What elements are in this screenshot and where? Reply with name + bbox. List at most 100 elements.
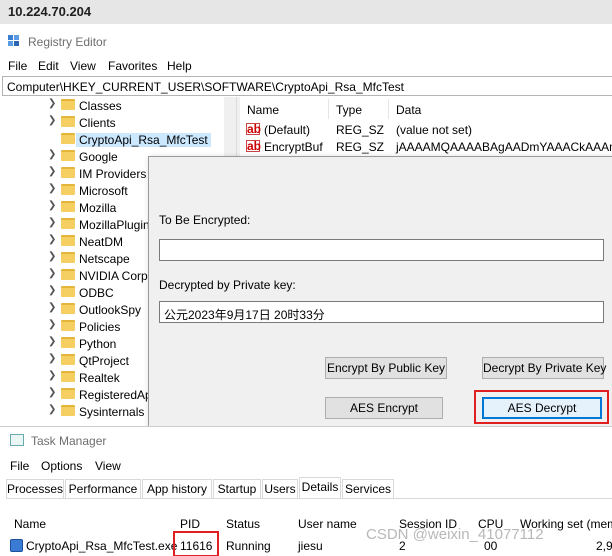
menu-view[interactable]: View [70,59,96,73]
tree-item[interactable]: ❯ Clients [0,114,236,131]
tab-app-history[interactable]: App history [142,479,212,499]
chevron-right-icon[interactable]: ❯ [48,387,56,398]
chevron-right-icon[interactable]: ❯ [48,268,56,279]
folder-icon [61,337,75,348]
chevron-right-icon[interactable]: ❯ [48,234,56,245]
tree-item-label: QtProject [79,354,130,368]
task-manager-icon [10,434,24,446]
menu-favorites[interactable]: Favorites [108,59,157,73]
chevron-right-icon[interactable]: ❯ [48,166,56,177]
folder-icon [61,184,75,195]
chevron-right-icon[interactable]: ❯ [48,149,56,160]
tm-menu-options[interactable]: Options [41,459,82,473]
tree-item-label: ODBC [79,286,114,300]
tm-menu-view[interactable]: View [95,459,121,473]
tree-item-label: Mozilla [79,201,117,215]
col-type-header[interactable]: Type [336,103,362,117]
tab-users[interactable]: Users [262,479,298,499]
process-icon [10,539,23,552]
decrypted-value: 公元2023年9月17日 20时33分 [164,308,325,322]
chevron-right-icon[interactable]: ❯ [48,115,56,126]
col-user-header[interactable]: User name [298,517,357,531]
menu-help[interactable]: Help [167,59,192,73]
tree-item-label: Netscape [79,252,130,266]
tree-item-label: CryptoApi_Rsa_MfcTest [76,133,211,147]
tab-details[interactable]: Details [299,477,341,498]
folder-icon [61,133,75,144]
chevron-right-icon[interactable]: ❯ [48,370,56,381]
col-status-header[interactable]: Status [226,517,260,531]
tree-item-label: Google [79,150,118,164]
folder-icon [61,235,75,246]
process-user: jiesu [298,539,323,553]
folder-icon [61,269,75,280]
menu-file[interactable]: File [8,59,27,73]
menu-edit[interactable]: Edit [38,59,59,73]
process-name: CryptoApi_Rsa_MfcTest.exe [26,539,178,553]
crypto-test-dialog: To Be Encrypted: Decrypted by Private ke… [148,156,612,446]
chevron-right-icon[interactable]: ❯ [48,302,56,313]
chevron-right-icon[interactable]: ❯ [48,353,56,364]
tree-item-label: Policies [79,320,121,334]
string-value-icon: ab [246,139,262,153]
folder-icon [61,201,75,212]
tree-item-selected[interactable]: CryptoApi_Rsa_MfcTest [0,131,236,148]
value-row[interactable]: ab EncryptBuf REG_SZ jAAAAMQAAAABAgAADmY… [240,138,612,155]
folder-icon [61,405,75,416]
tab-services[interactable]: Services [342,479,394,499]
to-be-encrypted-input[interactable] [159,239,604,261]
tree-item-label: Microsoft [79,184,128,198]
folder-icon [61,99,75,110]
tab-performance[interactable]: Performance [65,479,141,499]
process-memory: 2,9 [596,539,612,553]
chevron-right-icon[interactable]: ❯ [48,319,56,330]
window-title: Registry Editor [28,35,107,49]
value-row[interactable]: ab (Default) REG_SZ (value not set) [240,121,612,138]
chevron-right-icon[interactable]: ❯ [48,200,56,211]
folder-icon [61,167,75,178]
folder-icon [61,388,75,399]
tm-menu-file[interactable]: File [10,459,29,473]
tab-processes[interactable]: Processes [6,479,64,499]
chevron-right-icon[interactable]: ❯ [48,404,56,415]
task-manager-tabs: Processes Performance App history Startu… [6,477,612,499]
tree-item-label: IM Providers [79,167,147,181]
address-path: Computer\HKEY_CURRENT_USER\SOFTWARE\Cryp… [7,80,404,94]
chevron-right-icon[interactable]: ❯ [48,98,56,109]
value-name: EncryptBuf [264,140,323,154]
col-pid-header[interactable]: PID [180,517,200,531]
column-divider[interactable] [328,99,329,119]
chevron-right-icon[interactable]: ❯ [48,336,56,347]
decrypt-by-private-key-button[interactable]: Decrypt By Private Key [482,357,606,379]
aes-encrypt-button[interactable]: AES Encrypt [325,397,443,419]
folder-icon [61,150,75,161]
highlight-box [173,531,219,556]
col-name-header[interactable]: Name [247,103,279,117]
chevron-right-icon[interactable]: ❯ [48,183,56,194]
column-divider[interactable] [388,99,389,119]
address-bar[interactable]: Computer\HKEY_CURRENT_USER\SOFTWARE\Cryp… [2,76,612,96]
chevron-right-icon[interactable]: ❯ [48,285,56,296]
remote-host-bar: 10.224.70.204 [0,0,612,24]
value-data: (value not set) [396,123,473,137]
col-name-header[interactable]: Name [14,517,46,531]
to-be-encrypted-label: To Be Encrypted: [159,213,251,227]
folder-icon [61,218,75,229]
process-status: Running [226,539,271,553]
task-manager-title: Task Manager [31,434,107,448]
chevron-right-icon[interactable]: ❯ [48,217,56,228]
decrypted-output-field[interactable]: 公元2023年9月17日 20时33分 [159,301,604,323]
encrypt-by-public-key-button[interactable]: Encrypt By Public Key [325,357,447,379]
tree-item-label: Clients [79,116,116,130]
tab-startup[interactable]: Startup [213,479,261,499]
folder-icon [61,116,75,127]
folder-icon [61,371,75,382]
chevron-right-icon[interactable]: ❯ [48,251,56,262]
folder-icon [61,303,75,314]
tree-item-label: MozillaPlugin [79,218,150,232]
registry-editor-titlebar: Registry Editor [0,24,612,56]
watermark: CSDN @weixin_41077112 [366,526,544,543]
tree-item[interactable]: ❯ Classes [0,97,236,114]
col-data-header[interactable]: Data [396,103,421,117]
folder-icon [61,354,75,365]
